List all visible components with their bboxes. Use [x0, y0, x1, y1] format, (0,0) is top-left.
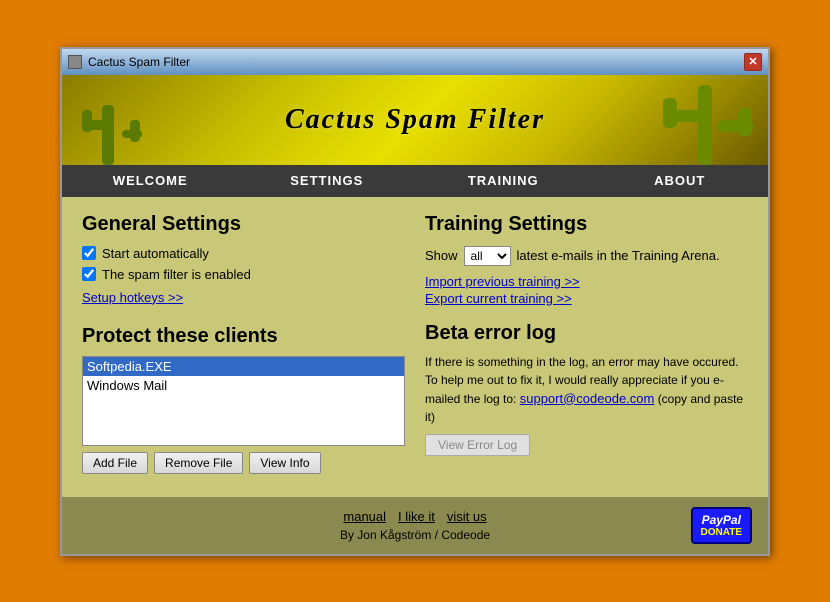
footer-links-row: manual I like it visit us: [343, 509, 486, 524]
beta-title: Beta error log: [425, 322, 748, 345]
beta-description: If there is something in the log, an err…: [425, 353, 748, 427]
footer: manual I like it visit us By Jon Kågströ…: [62, 497, 768, 554]
training-row: Show all 10 20 50 100 latest e-mails in …: [425, 246, 748, 266]
app-icon: [68, 55, 82, 69]
import-training-link[interactable]: Import previous training >>: [425, 274, 748, 289]
client-item-softpedia[interactable]: Softpedia.EXE: [83, 357, 404, 376]
nav-welcome[interactable]: WELCOME: [62, 167, 239, 194]
paypal-donate-button[interactable]: PayPal DONATE: [691, 507, 752, 544]
banner: Cactus Spam Filter: [62, 75, 768, 165]
nav-training[interactable]: TRAINING: [415, 167, 592, 194]
paypal-text: PayPal: [702, 513, 741, 527]
paypal-donate-label: DONATE: [701, 527, 742, 538]
training-settings-title: Training Settings: [425, 213, 748, 236]
view-error-log-button[interactable]: View Error Log: [425, 434, 530, 456]
protect-section: Protect these clients Softpedia.EXE Wind…: [82, 325, 405, 474]
support-email-link[interactable]: support@codeode.com: [520, 391, 655, 406]
spam-filter-enabled-row: The spam filter is enabled: [82, 267, 405, 282]
visit-us-link[interactable]: visit us: [447, 509, 487, 524]
footer-right: PayPal DONATE: [527, 507, 752, 544]
show-select[interactable]: all 10 20 50 100: [464, 246, 511, 266]
start-automatically-checkbox[interactable]: [82, 246, 96, 260]
start-automatically-row: Start automatically: [82, 246, 405, 261]
beta-section: Beta error log If there is something in …: [425, 322, 748, 457]
titlebar: Cactus Spam Filter ✕: [62, 49, 768, 75]
show-label: Show: [425, 248, 458, 263]
training-section: Training Settings Show all 10 20 50 100 …: [425, 213, 748, 306]
ilike-link[interactable]: I like it: [398, 509, 435, 524]
app-window: Cactus Spam Filter ✕ Cactus Spam Filter …: [60, 47, 770, 556]
left-column: General Settings Start automatically The…: [82, 213, 405, 474]
nav-about[interactable]: ABOUT: [592, 167, 769, 194]
view-info-button[interactable]: View Info: [249, 452, 320, 474]
protect-title: Protect these clients: [82, 325, 405, 348]
manual-link[interactable]: manual: [343, 509, 386, 524]
titlebar-left: Cactus Spam Filter: [68, 55, 190, 69]
add-file-button[interactable]: Add File: [82, 452, 148, 474]
general-settings-title: General Settings: [82, 213, 405, 236]
training-description: latest e-mails in the Training Arena.: [517, 248, 720, 263]
nav-settings[interactable]: SETTINGS: [239, 167, 416, 194]
training-links: Import previous training >> Export curre…: [425, 274, 748, 306]
footer-links: manual I like it visit us By Jon Kågströ…: [303, 509, 528, 542]
right-column: Training Settings Show all 10 20 50 100 …: [425, 213, 748, 474]
spam-filter-checkbox[interactable]: [82, 267, 96, 281]
export-training-link[interactable]: Export current training >>: [425, 291, 748, 306]
client-buttons: Add File Remove File View Info: [82, 452, 405, 474]
window-title: Cactus Spam Filter: [88, 55, 190, 69]
spam-filter-label: The spam filter is enabled: [102, 267, 251, 282]
cactus-right-icon: [658, 80, 758, 165]
content-row: General Settings Start automatically The…: [82, 213, 748, 474]
cactus-left-icon: [72, 85, 152, 165]
close-button[interactable]: ✕: [744, 53, 762, 71]
navbar: WELCOME SETTINGS TRAINING ABOUT: [62, 165, 768, 197]
banner-title: Cactus Spam Filter: [285, 104, 545, 136]
content-area: General Settings Start automatically The…: [62, 197, 768, 497]
client-item-windows-mail[interactable]: Windows Mail: [83, 376, 404, 395]
client-list[interactable]: Softpedia.EXE Windows Mail: [82, 356, 405, 446]
footer-credit: By Jon Kågström / Codeode: [340, 528, 490, 542]
start-automatically-label: Start automatically: [102, 246, 209, 261]
remove-file-button[interactable]: Remove File: [154, 452, 243, 474]
setup-hotkeys-link[interactable]: Setup hotkeys >>: [82, 290, 405, 305]
